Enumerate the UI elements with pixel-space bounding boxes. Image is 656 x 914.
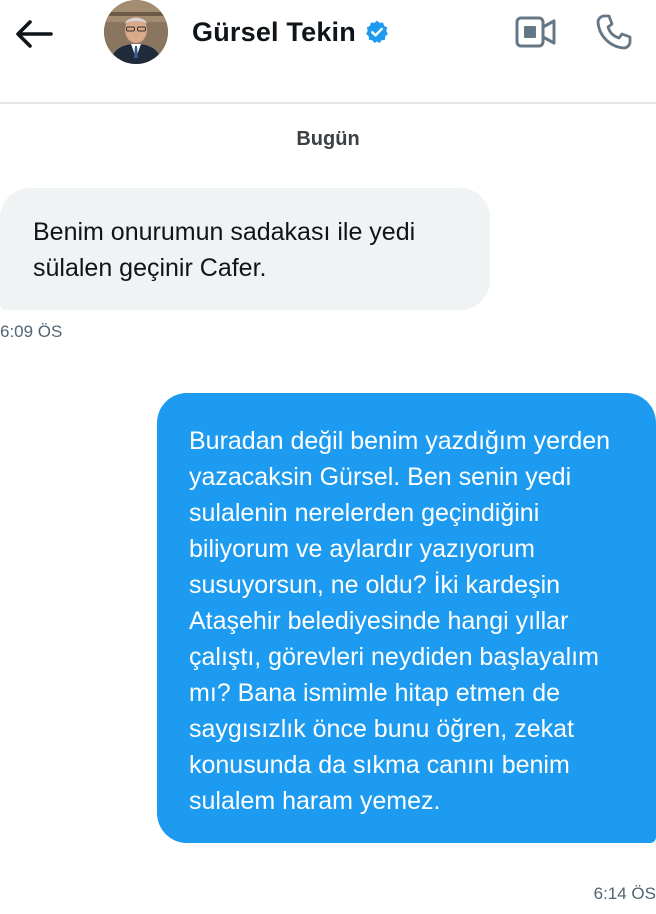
avatar[interactable] — [104, 0, 168, 64]
message-timestamp: 6:09 ÖS — [0, 322, 63, 341]
voice-call-button[interactable] — [590, 8, 638, 56]
back-button[interactable] — [10, 10, 58, 58]
date-separator: Bugün — [296, 128, 360, 150]
message-timestamp: 6:14 ÖS — [593, 884, 656, 903]
arrow-left-icon — [16, 20, 53, 48]
outgoing-message-bubble[interactable]: Buradan değil benim yazdığım yerden yaza… — [157, 393, 656, 843]
verified-badge-icon — [364, 19, 390, 45]
video-camera-icon — [515, 16, 556, 48]
contact-name-group[interactable]: Gürsel Tekin — [192, 12, 390, 52]
chat-header: Gürsel Tekin — [0, 0, 656, 104]
incoming-message-bubble[interactable]: Benim onurumun sadakası ile yedi sülalen… — [0, 188, 490, 310]
phone-icon — [596, 14, 632, 50]
video-call-button[interactable] — [512, 10, 560, 54]
contact-name: Gürsel Tekin — [192, 16, 356, 47]
